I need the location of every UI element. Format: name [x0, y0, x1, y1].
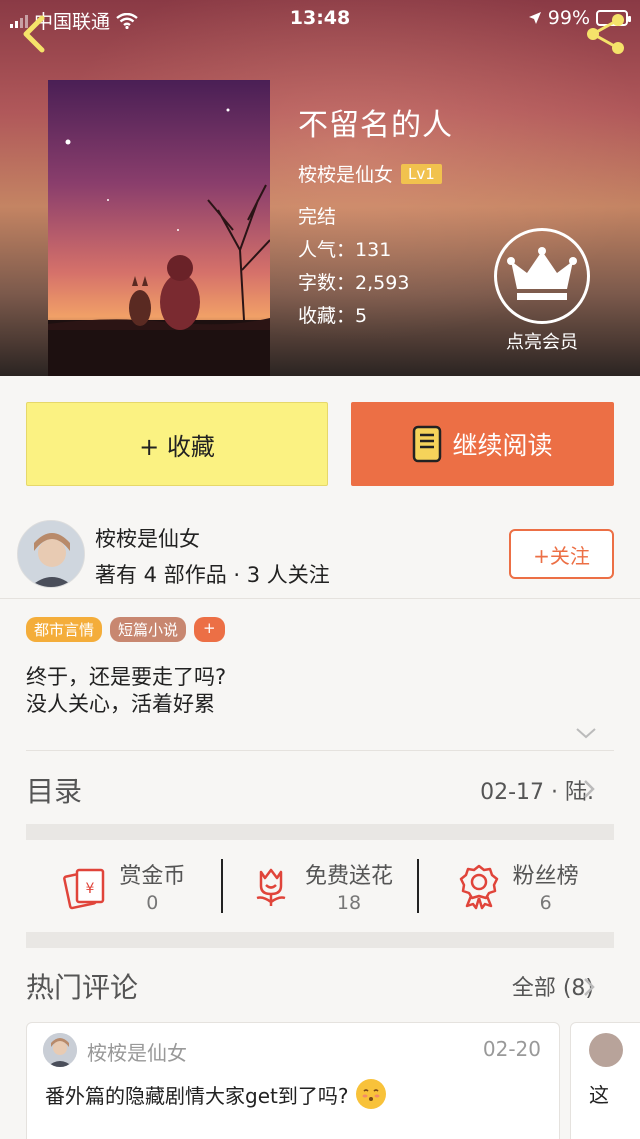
- popularity-value: 131: [355, 239, 392, 261]
- crown-icon: [507, 247, 577, 300]
- author-stats: 著有 4 部作品 · 3 人关注: [95, 563, 330, 587]
- red-envelope-icon: ¥: [63, 868, 105, 910]
- section-separator: [26, 824, 614, 840]
- share-icon[interactable]: [584, 12, 628, 56]
- book-header: 中国联通 13:48 99% 不留名的人 桉桉是仙女 Lv1 完结 人气：131…: [0, 0, 640, 376]
- divider: [26, 750, 614, 751]
- chevron-down-icon[interactable]: [575, 726, 597, 740]
- words-value: 2,593: [355, 272, 410, 294]
- author-card[interactable]: 桉桉是仙女 著有 4 部作品 · 3 人关注 +关注: [0, 515, 640, 599]
- commenter-name[interactable]: 桉桉是仙女: [87, 1037, 187, 1066]
- book-words: 字数：2,593: [298, 267, 453, 300]
- comment-body: 番外篇的隐藏剧情大家get到了吗?: [45, 1083, 349, 1108]
- comment-date: 02-20: [482, 1037, 541, 1061]
- vip-label[interactable]: 点亮会员: [490, 328, 594, 354]
- intro-line: 终于，还是要走了吗?: [26, 665, 227, 689]
- continue-reading-button[interactable]: 继续阅读: [351, 402, 614, 486]
- tag-short-story[interactable]: 短篇小说: [110, 617, 187, 642]
- svg-text:¥: ¥: [86, 881, 95, 897]
- stat-value: 6: [539, 892, 552, 914]
- comment-text: 番外篇的隐藏剧情大家get到了吗?: [45, 1079, 387, 1109]
- toc-latest-chapter: 02-17 · 陆.: [480, 780, 594, 805]
- continue-reading-label: 继续阅读: [452, 431, 553, 460]
- status-bar: 中国联通 13:48 99%: [0, 0, 640, 36]
- stat-value: 0: [146, 892, 159, 914]
- chevron-right-icon[interactable]: [582, 976, 596, 998]
- stat-coins[interactable]: ¥ 赏金币 0: [26, 842, 221, 930]
- vip-button[interactable]: [494, 228, 590, 324]
- add-tag-button[interactable]: +: [194, 617, 225, 642]
- favorites-label: 收藏：: [298, 305, 356, 327]
- book-intro[interactable]: 终于，还是要走了吗? 没人关心，活着好累: [26, 664, 226, 718]
- comment-body: 这: [589, 1083, 609, 1107]
- cover-illustration: [48, 108, 270, 376]
- book-popularity: 人气：131: [298, 234, 453, 267]
- popularity-label: 人气：: [298, 239, 356, 261]
- commenter-avatar[interactable]: [43, 1033, 77, 1067]
- book-author[interactable]: 桉桉是仙女: [298, 160, 393, 187]
- chevron-right-icon: [584, 780, 595, 798]
- section-separator: [26, 932, 614, 948]
- follow-button[interactable]: +关注: [509, 529, 614, 579]
- table-of-contents-row[interactable]: 目录 02-17 · 陆.: [0, 752, 640, 824]
- stat-flowers[interactable]: 免费送花 18: [223, 842, 418, 930]
- kissing-emoji-icon: [356, 1079, 387, 1109]
- book-cover[interactable]: [48, 80, 270, 376]
- commenter-avatar[interactable]: [589, 1033, 623, 1067]
- hot-comments-header: 热门评论 全部 (8): [0, 958, 640, 1014]
- flower-icon: [256, 868, 286, 906]
- level-badge: Lv1: [401, 163, 442, 184]
- comment-card[interactable]: 桉桉是仙女 02-20 番外篇的隐藏剧情大家get到了吗?: [26, 1022, 560, 1139]
- stats-row: ¥ 赏金币 0 免费送花 18 粉丝榜 6: [26, 842, 614, 930]
- author-avatar[interactable]: [17, 520, 85, 588]
- stat-label: 粉丝榜: [512, 864, 579, 889]
- back-icon[interactable]: [16, 12, 52, 56]
- tag-list: 都市言情 短篇小说 +: [26, 617, 225, 642]
- stat-label: 赏金币: [119, 864, 186, 889]
- tag-urban-romance[interactable]: 都市言情: [26, 617, 103, 642]
- book-title: 不留名的人: [298, 108, 453, 143]
- book-status: 完结: [298, 206, 337, 228]
- favorite-button[interactable]: + 收藏: [26, 402, 328, 486]
- stat-value: 18: [336, 892, 362, 914]
- book-icon: [413, 425, 442, 463]
- hot-comments-title: 热门评论: [26, 971, 139, 1004]
- toc-title: 目录: [26, 775, 83, 808]
- book-favorites: 收藏：5: [298, 300, 453, 333]
- comment-card[interactable]: 这: [570, 1022, 640, 1139]
- words-label: 字数：: [298, 272, 356, 294]
- favorites-value: 5: [355, 305, 368, 327]
- author-name[interactable]: 桉桉是仙女: [95, 523, 200, 553]
- stat-label: 免费送花: [305, 864, 394, 889]
- medal-icon: [459, 864, 498, 910]
- stat-fan-ranking[interactable]: 粉丝榜 6: [419, 842, 614, 930]
- location-icon: [528, 12, 541, 24]
- intro-line: 没人关心，活着好累: [26, 692, 215, 716]
